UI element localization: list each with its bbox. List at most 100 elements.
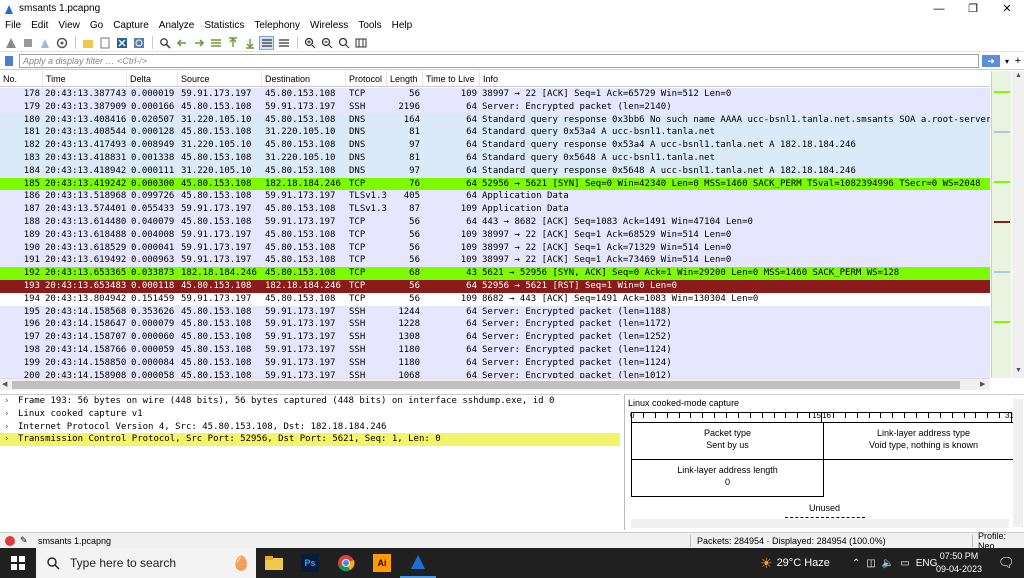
restart-capture-icon[interactable]: [37, 36, 52, 50]
column-info[interactable]: Info: [480, 71, 990, 86]
packet-row[interactable]: 187 20:43:13.574401 0.055433 59.91.173.197 4…: [0, 203, 990, 216]
expand-caret-icon[interactable]: ›: [4, 433, 18, 446]
detail-ipv4[interactable]: › Internet Protocol Version 4, Src: 45.80…: [0, 421, 620, 434]
expand-caret-icon[interactable]: ›: [4, 421, 18, 434]
chevron-up-icon[interactable]: ⌃: [852, 558, 860, 569]
bookmark-icon[interactable]: [2, 54, 16, 68]
menu-view[interactable]: View: [53, 17, 85, 34]
column-destination[interactable]: Destination: [262, 71, 346, 86]
arrow-right-icon[interactable]: ➜: [982, 55, 1000, 67]
packet-row[interactable]: 185 20:43:13.419242 0.000300 45.80.153.108 1…: [0, 177, 990, 191]
menu-file[interactable]: File: [0, 17, 26, 34]
illustrator-icon[interactable]: Ai: [364, 548, 400, 578]
menu-capture[interactable]: Capture: [108, 17, 154, 34]
hscroll-thumb[interactable]: [12, 381, 960, 389]
packet-row[interactable]: 198 20:43:14.158766 0.000059 45.80.153.108 5…: [0, 343, 990, 357]
scroll-up-icon[interactable]: ▲: [1015, 72, 1022, 79]
go-back-icon[interactable]: [174, 36, 189, 50]
menu-statistics[interactable]: Statistics: [199, 17, 249, 34]
column-source[interactable]: Source: [178, 71, 262, 86]
field-lla-length[interactable]: Link-layer address length 0: [631, 459, 824, 497]
expand-caret-icon[interactable]: ›: [4, 408, 18, 421]
capture-options-icon[interactable]: [54, 36, 69, 50]
packet-row[interactable]: 186 20:43:13.518968 0.099726 45.80.153.108 5…: [0, 190, 990, 204]
taskbar-search-box[interactable]: Type here to search 🥚: [36, 548, 256, 578]
diagram-vscroll[interactable]: [1013, 399, 1023, 527]
last-packet-icon[interactable]: [242, 36, 257, 50]
packet-row[interactable]: 189 20:43:13.618488 0.004008 59.91.173.197 4…: [0, 228, 990, 242]
display-filter-input[interactable]: Apply a display filter … <Ctrl-/>: [19, 54, 979, 68]
expert-info-icon[interactable]: [5, 535, 15, 546]
packet-list-vscroll[interactable]: ▲ ▼: [1012, 71, 1024, 378]
column-time[interactable]: Time: [43, 71, 127, 86]
column-delta[interactable]: Delta: [127, 71, 178, 86]
packet-row[interactable]: 180 20:43:13.408416 0.020507 31.220.105.10 4…: [0, 113, 990, 127]
normal-size-icon[interactable]: [336, 36, 351, 50]
column-ttl[interactable]: Time to Live: [423, 71, 480, 86]
packet-row[interactable]: 200 20:43:14.158908 0.000058 45.80.153.108 5…: [0, 369, 990, 378]
detail-frame[interactable]: › Frame 193: 56 bytes on wire (448 bits),…: [0, 395, 620, 408]
zoom-in-icon[interactable]: [302, 36, 317, 50]
packet-list-hscroll[interactable]: ◀ ▶: [0, 378, 990, 390]
column-length[interactable]: Length: [387, 71, 423, 86]
network-icon[interactable]: ◫: [866, 558, 875, 569]
diagram-hscroll[interactable]: [631, 519, 1009, 528]
scroll-down-icon[interactable]: ▼: [1015, 367, 1022, 374]
open-file-icon[interactable]: [80, 36, 95, 50]
find-packet-icon[interactable]: [157, 36, 172, 50]
weather-widget[interactable]: ☀ 29°C Haze: [760, 555, 830, 572]
menu-go[interactable]: Go: [85, 17, 108, 34]
packet-row[interactable]: 183 20:43:13.418831 0.001338 45.80.153.108 3…: [0, 151, 990, 165]
chevron-down-icon[interactable]: ▾: [1002, 57, 1012, 66]
packet-row[interactable]: 195 20:43:14.158568 0.353626 45.80.153.108 5…: [0, 305, 990, 319]
scroll-right-icon[interactable]: ▶: [980, 380, 985, 388]
packet-row[interactable]: 188 20:43:13.614480 0.040079 45.80.153.108 5…: [0, 215, 990, 229]
packet-row[interactable]: 178 20:43:13.387743 0.000019 59.91.173.197 4…: [0, 88, 990, 101]
close-file-icon[interactable]: [114, 36, 129, 50]
volume-icon[interactable]: 🔈: [882, 558, 894, 569]
packet-row[interactable]: 196 20:43:14.158647 0.000079 45.80.153.108 5…: [0, 318, 990, 332]
maximize-button[interactable]: ❐: [956, 0, 990, 17]
go-to-packet-icon[interactable]: [208, 36, 223, 50]
column-protocol[interactable]: Protocol: [346, 71, 387, 86]
packet-row[interactable]: 194 20:43:13.804942 0.151459 59.91.173.197 4…: [0, 292, 990, 306]
start-capture-icon[interactable]: [3, 36, 18, 50]
packet-row[interactable]: 199 20:43:14.158850 0.000084 45.80.153.108 5…: [0, 356, 990, 370]
reload-file-icon[interactable]: [131, 36, 146, 50]
field-lla-type[interactable]: Link-layer address type Void type, nothi…: [823, 422, 1023, 460]
photoshop-icon[interactable]: Ps: [292, 548, 328, 578]
column-no[interactable]: No.: [0, 71, 43, 86]
minimize-button[interactable]: —: [922, 0, 956, 17]
taskbar-clock[interactable]: 07:50 PM 09-04-2023: [936, 550, 982, 576]
save-file-icon[interactable]: [97, 36, 112, 50]
packet-row[interactable]: 192 20:43:13.653365 0.033873 182.18.184.246…: [0, 267, 990, 280]
menu-telephony[interactable]: Telephony: [249, 17, 305, 34]
autoscroll-icon[interactable]: [259, 35, 274, 50]
resize-columns-icon[interactable]: [353, 36, 368, 50]
packet-row[interactable]: 190 20:43:13.618529 0.000041 59.91.173.197 4…: [0, 241, 990, 255]
menu-wireless[interactable]: Wireless: [305, 17, 353, 34]
go-forward-icon[interactable]: [191, 36, 206, 50]
menu-tools[interactable]: Tools: [353, 17, 386, 34]
packet-row[interactable]: 184 20:43:13.418942 0.000111 31.220.105.10 4…: [0, 164, 990, 178]
stop-capture-icon[interactable]: [20, 36, 35, 50]
detail-tcp[interactable]: › Transmission Control Protocol, Src Port…: [0, 433, 620, 447]
expand-caret-icon[interactable]: ›: [4, 395, 18, 408]
packet-row[interactable]: 182 20:43:13.417493 0.008949 31.220.105.10 4…: [0, 139, 990, 152]
field-packet-type[interactable]: Packet type Sent by us: [631, 422, 824, 460]
edit-comment-icon[interactable]: ✎: [20, 535, 30, 546]
chrome-icon[interactable]: [328, 548, 364, 578]
packet-row[interactable]: 197 20:43:14.158707 0.000060 45.80.153.108 5…: [0, 331, 990, 344]
packet-row[interactable]: 193 20:43:13.653483 0.000118 45.80.153.108 1…: [0, 279, 990, 293]
menu-analyze[interactable]: Analyze: [154, 17, 200, 34]
detail-linux-cooked[interactable]: › Linux cooked capture v1: [0, 408, 620, 421]
notifications-icon[interactable]: 🗨: [998, 555, 1015, 571]
windows-start-icon[interactable]: [0, 548, 36, 578]
first-packet-icon[interactable]: [225, 36, 240, 50]
close-button[interactable]: ✕: [990, 0, 1024, 17]
packet-row[interactable]: 181 20:43:13.408544 0.000128 45.80.153.108 3…: [0, 126, 990, 140]
colorize-icon[interactable]: [276, 36, 291, 50]
packet-minimap[interactable]: [991, 71, 1011, 378]
wireshark-icon[interactable]: [400, 548, 436, 578]
scroll-left-icon[interactable]: ◀: [2, 380, 7, 388]
